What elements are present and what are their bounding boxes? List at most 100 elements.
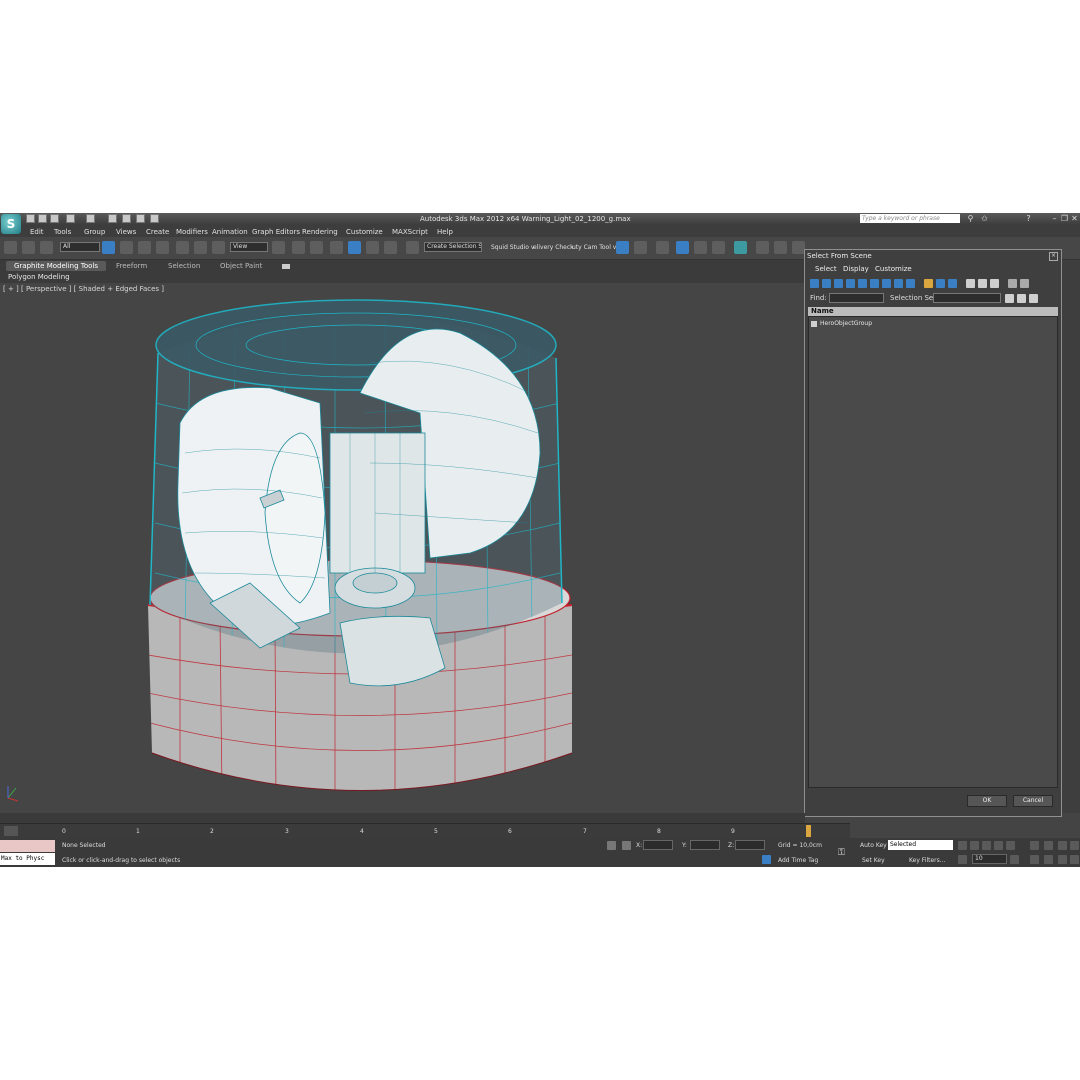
quick-access-icon[interactable] bbox=[136, 214, 145, 223]
polygon-modeling-panel[interactable]: Polygon Modeling bbox=[8, 273, 70, 281]
display-xrefs-icon[interactable] bbox=[894, 279, 903, 288]
star-icon[interactable]: ✩ bbox=[980, 214, 989, 223]
schematic-view-icon[interactable] bbox=[712, 241, 725, 254]
window-crossing-icon[interactable] bbox=[156, 241, 169, 254]
tab-graphite-modeling-tools[interactable]: Graphite Modeling Tools bbox=[6, 261, 107, 271]
app-logo-icon[interactable]: S bbox=[1, 214, 21, 234]
quick-access-icon[interactable] bbox=[122, 214, 131, 223]
play-icon[interactable] bbox=[982, 841, 991, 850]
render-setup-icon[interactable] bbox=[756, 241, 769, 254]
key-mode-dropdown[interactable]: Selected bbox=[888, 840, 953, 850]
undo-icon[interactable] bbox=[66, 214, 75, 223]
name-column-header[interactable]: Name bbox=[808, 307, 1058, 316]
display-hidden-icon[interactable] bbox=[948, 279, 957, 288]
ribbon-options-icon[interactable] bbox=[282, 264, 290, 269]
time-slider[interactable] bbox=[0, 813, 805, 823]
reference-coordinate-dropdown[interactable]: View bbox=[230, 242, 268, 252]
minimize-icon[interactable]: – bbox=[1050, 214, 1059, 223]
dialog-menu-display[interactable]: Display bbox=[843, 265, 869, 273]
y-coordinate-field[interactable] bbox=[690, 840, 720, 850]
bind-space-warp-icon[interactable] bbox=[40, 241, 53, 254]
filter-options-icon[interactable] bbox=[1020, 279, 1029, 288]
display-frozen-icon[interactable] bbox=[936, 279, 945, 288]
absolute-mode-icon[interactable] bbox=[622, 841, 631, 850]
angle-snap-icon[interactable] bbox=[348, 241, 361, 254]
set-key-button[interactable]: Set Key bbox=[862, 857, 885, 864]
display-shapes-icon[interactable] bbox=[822, 279, 831, 288]
menu-tools[interactable]: Tools bbox=[54, 228, 71, 236]
display-containers-icon[interactable] bbox=[924, 279, 933, 288]
align-icon[interactable] bbox=[634, 241, 647, 254]
open-file-icon[interactable] bbox=[38, 214, 47, 223]
script-button-squid[interactable]: Squid Studio v bbox=[491, 244, 534, 251]
named-selection-dropdown[interactable]: Create Selection Se bbox=[424, 242, 482, 252]
rendered-frame-icon[interactable] bbox=[774, 241, 787, 254]
select-all-icon[interactable] bbox=[1005, 294, 1014, 303]
menu-help[interactable]: Help bbox=[437, 228, 453, 236]
menu-views[interactable]: Views bbox=[116, 228, 136, 236]
display-bones-icon[interactable] bbox=[906, 279, 915, 288]
unlink-icon[interactable] bbox=[22, 241, 35, 254]
select-none-icon[interactable] bbox=[1017, 294, 1026, 303]
time-tag-icon[interactable] bbox=[762, 855, 771, 864]
filter-icon[interactable] bbox=[1008, 279, 1017, 288]
selection-set-dropdown[interactable] bbox=[933, 293, 1001, 303]
spinner-snap-icon[interactable] bbox=[384, 241, 397, 254]
maxscript-listener-output[interactable] bbox=[0, 840, 55, 852]
menu-edit[interactable]: Edit bbox=[30, 228, 44, 236]
help-search-input[interactable]: Type a keyword or phrase bbox=[860, 214, 960, 223]
mirror-icon[interactable] bbox=[616, 241, 629, 254]
key-mode-toggle-icon[interactable] bbox=[958, 855, 967, 864]
go-to-start-icon[interactable] bbox=[958, 841, 967, 850]
binoculars-icon[interactable]: ⚲ bbox=[966, 214, 975, 223]
percent-snap-icon[interactable] bbox=[366, 241, 379, 254]
auto-key-button[interactable]: Auto Key bbox=[860, 842, 887, 849]
zoom-icon[interactable] bbox=[1030, 841, 1039, 850]
snaps-toggle-icon[interactable] bbox=[330, 241, 343, 254]
select-object-icon[interactable] bbox=[102, 241, 115, 254]
maximize-viewport-icon[interactable] bbox=[1070, 855, 1079, 864]
display-geometry-icon[interactable] bbox=[810, 279, 819, 288]
edit-named-selection-icon[interactable] bbox=[406, 241, 419, 254]
perspective-viewport[interactable]: [ + ] [ Perspective ] [ Shaded + Edged F… bbox=[0, 283, 805, 813]
menu-customize[interactable]: Customize bbox=[346, 228, 383, 236]
viewport-label[interactable]: [ + ] [ Perspective ] [ Shaded + Edged F… bbox=[3, 285, 164, 293]
select-and-link-icon[interactable] bbox=[4, 241, 17, 254]
tab-object-paint[interactable]: Object Paint bbox=[220, 262, 262, 270]
time-configuration-icon[interactable] bbox=[1010, 855, 1019, 864]
close-icon[interactable]: ✕ bbox=[1070, 214, 1079, 223]
dialog-menu-customize[interactable]: Customize bbox=[875, 265, 912, 273]
dialog-menu-select[interactable]: Select bbox=[815, 265, 837, 273]
menu-animation[interactable]: Animation bbox=[212, 228, 248, 236]
material-editor-icon[interactable] bbox=[734, 241, 747, 254]
display-lights-icon[interactable] bbox=[834, 279, 843, 288]
rectangular-selection-icon[interactable] bbox=[138, 241, 151, 254]
move-icon[interactable] bbox=[176, 241, 189, 254]
orbit-icon[interactable] bbox=[1058, 855, 1067, 864]
tab-selection[interactable]: Selection bbox=[168, 262, 200, 270]
display-groups-icon[interactable] bbox=[882, 279, 891, 288]
save-file-icon[interactable] bbox=[50, 214, 59, 223]
display-helpers-icon[interactable] bbox=[858, 279, 867, 288]
menu-graph-editors[interactable]: Graph Editors bbox=[252, 228, 300, 236]
z-coordinate-field[interactable] bbox=[735, 840, 765, 850]
next-frame-icon[interactable] bbox=[994, 841, 1003, 850]
list-item[interactable]: HeroObjectGroup bbox=[811, 320, 872, 327]
tab-freeform[interactable]: Freeform bbox=[116, 262, 147, 270]
select-by-name-icon[interactable] bbox=[120, 241, 133, 254]
current-frame-field[interactable]: 10 bbox=[972, 854, 1007, 864]
find-input[interactable] bbox=[829, 293, 884, 303]
time-marker[interactable] bbox=[806, 825, 811, 837]
menu-create[interactable]: Create bbox=[146, 228, 169, 236]
cancel-button[interactable]: Cancel bbox=[1013, 795, 1053, 807]
scale-icon[interactable] bbox=[212, 241, 225, 254]
curve-editor-icon[interactable] bbox=[694, 241, 707, 254]
zoom-extents-all-icon[interactable] bbox=[1070, 841, 1079, 850]
select-manipulate-icon[interactable] bbox=[292, 241, 305, 254]
zoom-extents-icon[interactable] bbox=[1058, 841, 1067, 850]
display-all-icon[interactable] bbox=[966, 279, 975, 288]
close-icon[interactable]: × bbox=[1049, 252, 1058, 261]
menu-group[interactable]: Group bbox=[84, 228, 105, 236]
display-invert-icon[interactable] bbox=[990, 279, 999, 288]
restore-icon[interactable]: ❐ bbox=[1060, 214, 1069, 223]
